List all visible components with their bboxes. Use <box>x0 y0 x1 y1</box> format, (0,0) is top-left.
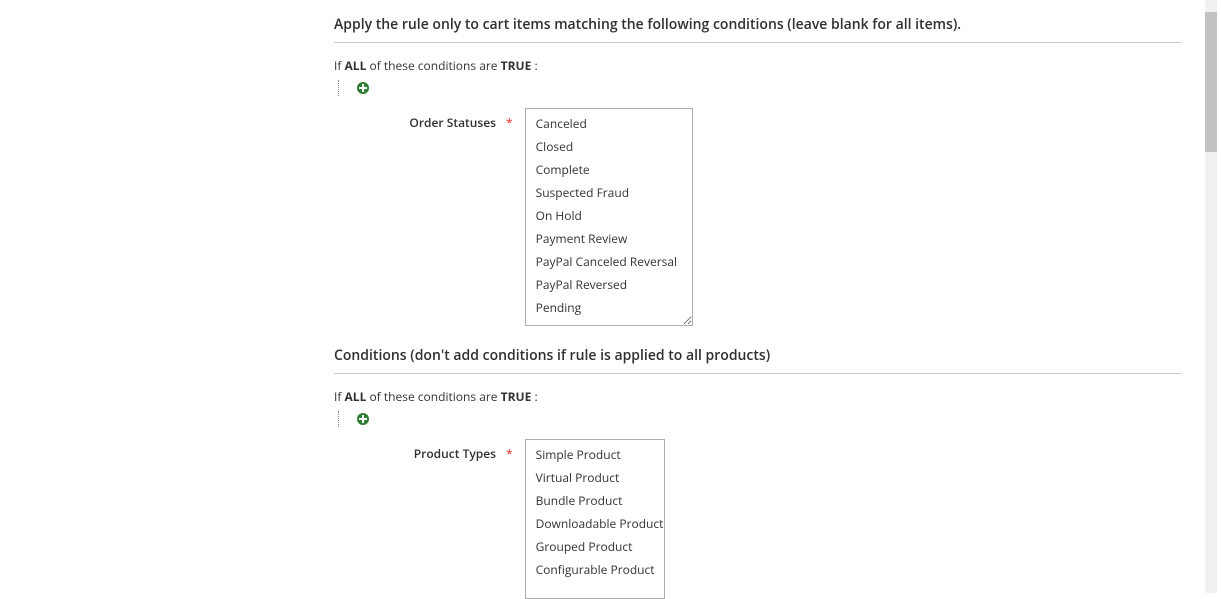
cond-all-link[interactable]: ALL <box>345 388 367 405</box>
section-title-product-conditions: Conditions (don't add conditions if rule… <box>334 346 1181 374</box>
add-condition-icon[interactable] <box>357 413 369 425</box>
cond-end: : <box>534 388 537 405</box>
product-types-field: Product Types * Simple Product Virtual P… <box>334 439 1181 599</box>
select-option[interactable]: Pending Payment <box>526 319 692 326</box>
condition-aggregator-1: If ALL of these conditions are TRUE : <box>334 57 1181 74</box>
order-statuses-label: Order Statuses <box>334 108 502 131</box>
product-types-label: Product Types <box>334 439 502 462</box>
cond-if: If <box>334 388 341 405</box>
select-option[interactable]: Configurable Product <box>526 558 664 581</box>
cond-mid: of these conditions are <box>369 57 500 74</box>
condition-aggregator-2: If ALL of these conditions are TRUE : <box>334 388 1181 405</box>
select-option[interactable]: Virtual Product <box>526 466 664 489</box>
select-option[interactable]: Grouped Product <box>526 535 664 558</box>
cond-mid: of these conditions are <box>369 388 500 405</box>
cond-true-link[interactable]: TRUE <box>501 57 532 74</box>
select-option[interactable]: Canceled <box>526 109 692 135</box>
select-option[interactable]: Payment Review <box>526 227 692 250</box>
required-star: * <box>506 439 513 462</box>
required-star: * <box>506 108 513 131</box>
select-option[interactable]: Complete <box>526 158 692 181</box>
order-statuses-field: Order Statuses * Canceled Closed Complet… <box>334 108 1181 326</box>
cond-true-link[interactable]: TRUE <box>501 388 532 405</box>
order-statuses-select[interactable]: Canceled Closed Complete Suspected Fraud… <box>525 108 693 326</box>
select-option[interactable]: On Hold <box>526 204 692 227</box>
select-option[interactable]: Suspected Fraud <box>526 181 692 204</box>
page-scrollbar-track[interactable] <box>1205 0 1217 593</box>
add-condition-icon[interactable] <box>357 82 369 94</box>
cond-if: If <box>334 57 341 74</box>
page-scrollbar-thumb[interactable] <box>1205 12 1217 152</box>
select-option[interactable]: PayPal Canceled Reversal <box>526 250 692 273</box>
cond-all-link[interactable]: ALL <box>345 57 367 74</box>
select-option[interactable]: Pending <box>526 296 692 319</box>
cond-end: : <box>534 57 537 74</box>
select-option[interactable]: Simple Product <box>526 440 664 466</box>
select-option[interactable]: Downloadable Product <box>526 512 664 535</box>
select-option[interactable]: Closed <box>526 135 692 158</box>
product-types-select[interactable]: Simple Product Virtual Product Bundle Pr… <box>525 439 665 599</box>
select-option[interactable]: Bundle Product <box>526 489 664 512</box>
section-title-cart-conditions: Apply the rule only to cart items matchi… <box>334 15 1181 43</box>
select-option[interactable]: PayPal Reversed <box>526 273 692 296</box>
